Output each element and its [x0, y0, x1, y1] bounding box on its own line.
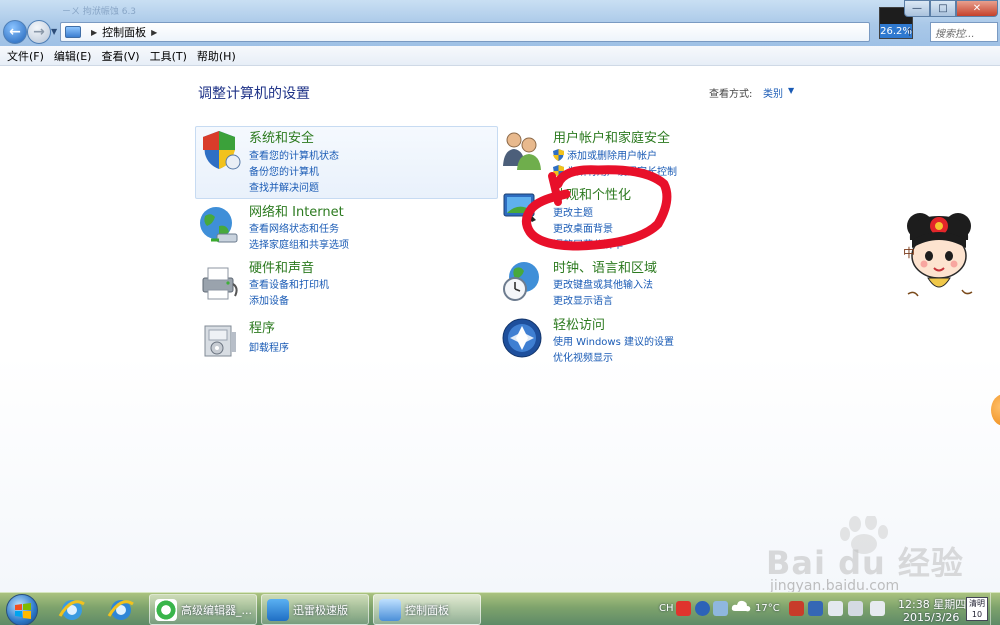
clock-time[interactable]: 12:38 星期四	[898, 596, 966, 612]
link-add-device[interactable]: 添加设备	[249, 292, 289, 307]
internet-explorer-icon[interactable]	[57, 596, 87, 623]
category-user-accounts[interactable]: 用户帐户和家庭安全	[553, 127, 670, 146]
calendar-chip-term: 清明	[969, 599, 985, 608]
thunder-bird-icon	[267, 598, 289, 621]
red-circle-annotation	[522, 165, 672, 251]
link-add-remove-users[interactable]: 添加或删除用户帐户	[553, 147, 657, 162]
uac-shield-icon	[553, 149, 564, 161]
system-security-shield-icon[interactable]	[197, 128, 241, 172]
editor-e-icon	[155, 598, 177, 621]
link-devices-printers[interactable]: 查看设备和打印机	[249, 276, 329, 291]
cloud-weather-icon[interactable]	[731, 597, 751, 615]
calendar-chip-day: 10	[971, 610, 983, 619]
maximize-icon: □	[938, 3, 948, 14]
back-button[interactable]: ←	[3, 20, 27, 44]
task-control-panel[interactable]: 控制面板	[373, 594, 481, 625]
close-button[interactable]: ✕	[956, 0, 998, 17]
forward-button[interactable]: →	[27, 20, 51, 44]
window-title-bar: ㄧㄨ 拘洑帪蚀 6.3 ← → ▼ ▶ 控制面板 ▶ 26.2% ↑ — □ ✕…	[0, 0, 1000, 46]
taskbar: 高级编辑器_... 迅雷极速版 控制面板 CH 17°C 12:38 星期四 2…	[0, 592, 1000, 625]
link-homegroup-sharing[interactable]: 选择家庭组和共享选项	[249, 236, 349, 251]
ease-of-access-icon[interactable]	[500, 316, 544, 360]
link-change-keyboards[interactable]: 更改键盘或其他输入法	[553, 276, 653, 291]
sticker-text: 中	[903, 246, 916, 260]
refresh-icon[interactable]: ↑	[905, 26, 914, 39]
sogou-input-icon[interactable]	[676, 601, 691, 616]
start-button[interactable]	[6, 594, 38, 625]
menu-view[interactable]: 查看(V)	[96, 48, 144, 64]
page-title: 调整计算机的设置	[198, 86, 310, 102]
minimize-icon: —	[912, 3, 922, 14]
control-panel-icon	[379, 598, 401, 621]
link-troubleshoot[interactable]: 查找并解决问题	[249, 179, 319, 194]
breadcrumb-control-panel[interactable]: 控制面板	[102, 24, 146, 40]
control-panel-content: 调整计算机的设置 查看方式: 类别 ▼ 系统和安全 查看您的计算机状态 备份您的…	[0, 66, 1000, 592]
link-view-network-status[interactable]: 查看网络状态和任务	[249, 220, 339, 235]
task-thunder-label: 迅雷极速版	[293, 603, 348, 617]
security-icon[interactable]	[789, 601, 804, 616]
control-panel-icon	[65, 26, 81, 38]
keyboard-icon[interactable]	[713, 601, 728, 616]
menu-bar: 文件(F) 编辑(E) 查看(V) 工具(T) 帮助(H)	[0, 46, 1000, 66]
category-hardware-sound[interactable]: 硬件和声音	[249, 257, 314, 276]
task-control-panel-label: 控制面板	[405, 603, 449, 617]
volume-icon[interactable]	[870, 601, 885, 616]
address-bar[interactable]: ▶ 控制面板 ▶	[60, 22, 870, 42]
maximize-button[interactable]: □	[930, 0, 956, 17]
task-html-editor[interactable]: 高级编辑器_...	[149, 594, 257, 625]
windows-logo-icon	[15, 603, 31, 619]
category-system-security[interactable]: 系统和安全	[249, 127, 314, 146]
view-mode-label: 查看方式:	[709, 89, 753, 100]
category-clock-language-region[interactable]: 时钟、语言和区域	[553, 257, 657, 276]
minimize-button[interactable]: —	[904, 0, 930, 17]
forward-arrow-icon: →	[33, 24, 45, 40]
link-add-remove-users-label: 添加或删除用户帐户	[567, 151, 657, 162]
network-icon[interactable]	[828, 601, 843, 616]
flag-icon[interactable]	[848, 601, 863, 616]
category-ease-of-access[interactable]: 轻松访问	[553, 314, 605, 333]
qq-icon[interactable]	[808, 601, 823, 616]
view-mode-caret-icon[interactable]: ▼	[788, 86, 794, 95]
link-optimize-visual-display[interactable]: 优化视频显示	[553, 349, 613, 364]
link-backup-computer[interactable]: 备份您的计算机	[249, 163, 319, 178]
breadcrumb-chevron-icon[interactable]: ▶	[151, 28, 157, 37]
link-view-computer-status[interactable]: 查看您的计算机状态	[249, 147, 339, 162]
hardware-printer-icon[interactable]	[197, 260, 241, 304]
clock-date[interactable]: 2015/3/26	[903, 611, 959, 624]
programs-box-icon[interactable]	[197, 318, 241, 362]
search-placeholder: 搜索控...	[935, 28, 975, 40]
menu-edit[interactable]: 编辑(E)	[49, 48, 97, 64]
temperature[interactable]: 17°C	[755, 603, 780, 614]
view-mode-dropdown[interactable]: 类别	[763, 85, 783, 100]
menu-tools[interactable]: 工具(T)	[145, 48, 192, 64]
task-html-editor-label: 高级编辑器_...	[181, 603, 252, 617]
internet-explorer-icon[interactable]	[106, 596, 136, 623]
menu-file[interactable]: 文件(F)	[2, 48, 49, 64]
network-globe-icon[interactable]	[197, 204, 241, 248]
ghost-title: ㄧㄨ 拘洑帪蚀 6.3	[62, 7, 137, 17]
menu-help[interactable]: 帮助(H)	[192, 48, 241, 64]
breadcrumb-chevron-icon[interactable]: ▶	[91, 28, 97, 37]
back-arrow-icon: ←	[9, 24, 21, 40]
link-uninstall-program[interactable]: 卸载程序	[249, 339, 289, 354]
calendar-chip[interactable]: 清明 10	[966, 597, 988, 621]
link-change-display-language[interactable]: 更改显示语言	[553, 292, 613, 307]
language-indicator[interactable]: CH	[659, 603, 674, 614]
close-icon: ✕	[972, 3, 982, 14]
search-input[interactable]: 搜索控...	[930, 22, 998, 42]
show-desktop-button[interactable]	[990, 593, 1000, 625]
link-recommended-settings[interactable]: 使用 Windows 建议的设置	[553, 333, 674, 348]
category-programs[interactable]: 程序	[249, 317, 275, 336]
recent-pages-dropdown-icon[interactable]: ▼	[51, 27, 57, 36]
task-thunder[interactable]: 迅雷极速版	[261, 594, 369, 625]
clock-region-globe-icon[interactable]	[500, 259, 544, 303]
category-network-internet[interactable]: 网络和 Internet	[249, 201, 344, 220]
help-icon[interactable]	[695, 601, 710, 616]
